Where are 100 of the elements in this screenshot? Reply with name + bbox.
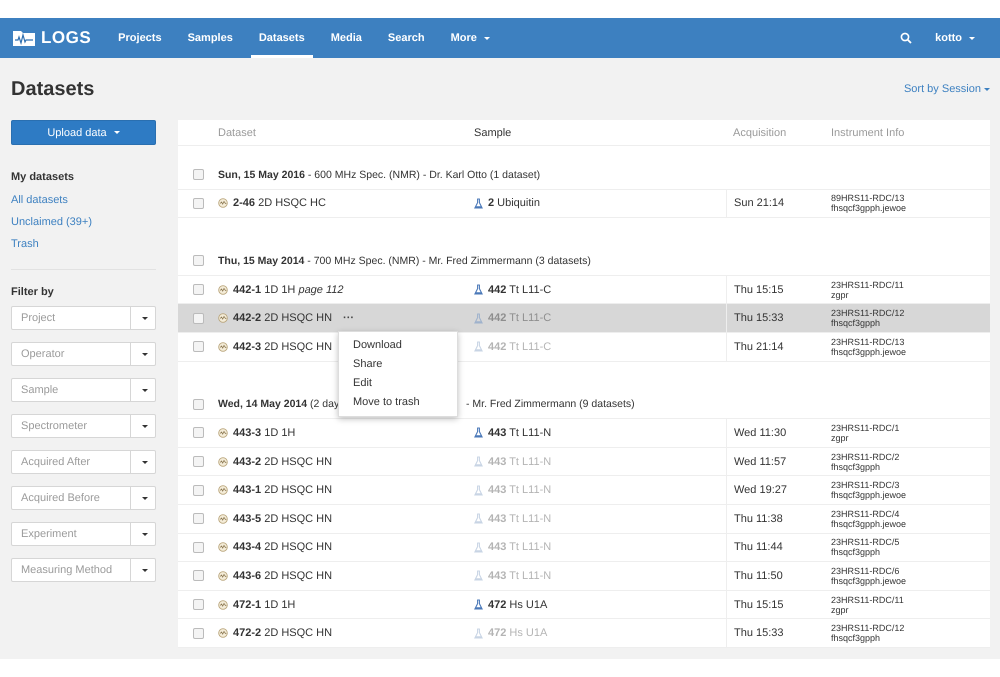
table-row[interactable]: 472-2 2D HSQC HN 472 Hs U1A Thu 15:33 23HRS11-RDC/12 fhsqcf3gpph	[178, 619, 990, 648]
acquisition-time: Wed 19:27	[734, 484, 788, 496]
spectrum-status-icon	[218, 456, 228, 467]
sample-name[interactable]: 472 Hs U1A	[488, 598, 548, 611]
checkbox[interactable]	[192, 628, 204, 639]
dataset-name[interactable]: 443-4 2D HSQC HN	[233, 541, 332, 554]
acquisition-time: Sun 21:14	[734, 197, 784, 210]
spectrum-status-icon	[218, 542, 228, 552]
dataset-name[interactable]: 442-1 1D 1H page 112	[233, 284, 344, 296]
flask-icon	[474, 599, 483, 610]
checkbox[interactable]	[192, 284, 204, 296]
checkbox[interactable]	[192, 398, 204, 410]
page-title: Datasets	[11, 78, 94, 100]
instrument-info: 23HRS11-RDC/5 fhsqcf3gpph	[831, 537, 900, 558]
group-header: Wed, 14 May 2014 (2 day	[218, 397, 340, 412]
instrument-info: 23HRS11-RDC/12 fhsqcf3gpph	[831, 623, 904, 644]
table-row[interactable]: 2-46 2D HSQC HC 2 Ubiquitin Sun 21:14 89HRS11-RDC/13 fhsqcf3gpph.jewoe	[178, 190, 990, 218]
dataset-name[interactable]: 442-2 2D HSQC HN	[233, 312, 332, 324]
nav-tab[interactable]: Search	[380, 18, 433, 58]
spectrum-status-icon	[218, 600, 228, 610]
menu-item[interactable]: Download	[339, 336, 457, 356]
group-header: Sun, 15 May 2016 - 600 MHz Spec. (NMR) - Dr. Karl Otto (1 dataset)	[218, 168, 540, 182]
dataset-name[interactable]: 443-6 2D HSQC HN	[233, 570, 332, 582]
checkbox[interactable]	[192, 312, 204, 324]
checkbox[interactable]	[192, 169, 204, 180]
dataset-name[interactable]: 472-1 1D 1H	[233, 598, 296, 611]
table-row[interactable]: 443-6 2D HSQC HN 443 Tt L11-N Thu 11:50 23HRS11-RDC/6 fhsqcf3gpph.jewoe	[178, 562, 990, 591]
instrument-info: 23HRS11-RDC/11 zgpr	[831, 280, 904, 300]
sample-name[interactable]: 443 Tt L11-N	[488, 426, 552, 439]
acquisition-time: Thu 11:50	[734, 570, 783, 582]
acquisition-time: Thu 11:44	[734, 541, 783, 554]
menu-item[interactable]: Edit	[339, 374, 457, 394]
sidebar-link[interactable]: All datasets	[11, 189, 156, 211]
flask-icon	[474, 456, 483, 468]
more-button[interactable]: ···	[343, 312, 354, 324]
instrument-info: 23HRS11-RDC/3 fhsqcf3gpph.jewoe	[831, 480, 906, 500]
checkbox[interactable]	[192, 456, 204, 468]
group-header: - Mr. Fred Zimmermann (9 datasets)	[466, 398, 635, 410]
search-icon[interactable]	[900, 32, 912, 44]
nav-tab[interactable]: Media	[322, 18, 370, 58]
nav-tab[interactable]: Projects	[110, 18, 170, 58]
dataset-name[interactable]: 472-2 2D HSQC HN	[233, 627, 332, 640]
sample-name[interactable]: 2 Ubiquitin	[488, 197, 540, 210]
sort-dropdown[interactable]: Sort by Session	[904, 83, 990, 95]
table-row[interactable]: 472-1 1D 1H 472 Hs U1A Thu 15:15 23HRS11-RDC/11 zgpr	[178, 590, 990, 620]
table-row[interactable]: 443-5 2D HSQC HN 443 Tt L11-N Thu 11:38 23HRS11-RDC/4 fhsqcf3gpph.jewoe	[178, 504, 990, 534]
nav-tab[interactable]: Samples	[180, 18, 241, 58]
flask-icon	[474, 312, 483, 324]
instrument-info: 23HRS11-RDC/6 fhsqcf3gpph.jewoe	[831, 566, 906, 586]
checkbox[interactable]	[192, 198, 204, 209]
dataset-name[interactable]: 2-46 2D HSQC HC	[233, 197, 326, 210]
spectrum-status-icon	[218, 428, 228, 438]
acquisition-time: Thu 15:15	[734, 284, 784, 296]
sample-name[interactable]: 442 Tt L11-C	[488, 284, 552, 296]
logo[interactable]: LOGS	[12, 28, 92, 48]
instrument-info: 23HRS11-RDC/12 fhsqcf3gpph	[831, 308, 904, 328]
group-header: Thu, 15 May 2014 - 700 MHz Spec. (NMR) - Mr. Fred Zimmermann (3 datasets)	[218, 254, 591, 268]
spectrum-status-icon	[218, 570, 228, 581]
dataset-name[interactable]: 442-3 2D HSQC HN	[233, 340, 332, 353]
upload-button[interactable]: Upload data	[11, 120, 156, 145]
checkbox[interactable]	[192, 513, 204, 524]
table-row[interactable]: 443-4 2D HSQC HN 443 Tt L11-N Thu 11:44 23HRS11-RDC/5 fhsqcf3gpph	[178, 534, 990, 562]
checkbox[interactable]	[192, 599, 204, 610]
acquisition-time: Wed 11:30	[734, 426, 786, 439]
flask-icon	[474, 284, 483, 296]
instrument-info: 23HRS11-RDC/1 zgpr	[831, 422, 900, 443]
spectrum-status-icon	[218, 342, 228, 352]
spectrum-status-icon	[218, 284, 228, 295]
menu-item[interactable]: Move to trash	[339, 393, 457, 412]
flask-icon	[474, 513, 483, 524]
instrument-info: 89HRS11-RDC/13 fhsqcf3gpph.jewoe	[831, 193, 906, 214]
dataset-name[interactable]: 443-3 1D 1H	[233, 426, 296, 439]
dataset-name[interactable]: 443-1 2D HSQC HN	[233, 484, 332, 496]
checkbox[interactable]	[192, 542, 204, 553]
checkbox[interactable]	[192, 255, 204, 266]
sidebar-link[interactable]: Trash	[11, 233, 156, 255]
checkbox[interactable]	[192, 341, 204, 352]
section-title: My datasets	[11, 171, 75, 183]
acquisition-time: Thu 15:33	[734, 627, 784, 640]
flask-icon	[474, 628, 483, 639]
flask-icon	[474, 198, 483, 209]
nav-tab[interactable]: More	[442, 18, 498, 58]
table-row[interactable]: 443-2 2D HSQC HN 443 Tt L11-N Wed 11:57 23HRS11-RDC/2 fhsqcf3gpph	[178, 448, 990, 476]
flask-icon	[474, 542, 483, 553]
acquisition-time: Thu 11:38	[734, 512, 783, 525]
acquisition-time: Thu 15:33	[734, 312, 784, 324]
table-row[interactable]: 443-3 1D 1H 443 Tt L11-N Wed 11:30 23HRS11-RDC/1 zgpr	[178, 419, 990, 448]
flask-icon	[474, 341, 483, 352]
acquisition-time: Wed 11:57	[734, 456, 786, 468]
table-row[interactable]: 443-1 2D HSQC HN 443 Tt L11-N Wed 19:27 23HRS11-RDC/3 fhsqcf3gpph.jewoe	[178, 476, 990, 505]
user-menu[interactable]: kotto	[927, 18, 983, 58]
checkbox[interactable]	[192, 484, 204, 496]
checkbox[interactable]	[192, 570, 204, 582]
checkbox[interactable]	[192, 427, 204, 438]
column-header[interactable]: Sample	[474, 120, 726, 145]
dataset-name[interactable]: 443-5 2D HSQC HN	[233, 512, 332, 525]
spectrum-status-icon	[218, 628, 228, 638]
sidebar-link[interactable]: Unclaimed (39+)	[11, 211, 156, 233]
spectrum-status-icon	[218, 514, 228, 524]
dataset-name[interactable]: 443-2 2D HSQC HN	[233, 456, 332, 468]
